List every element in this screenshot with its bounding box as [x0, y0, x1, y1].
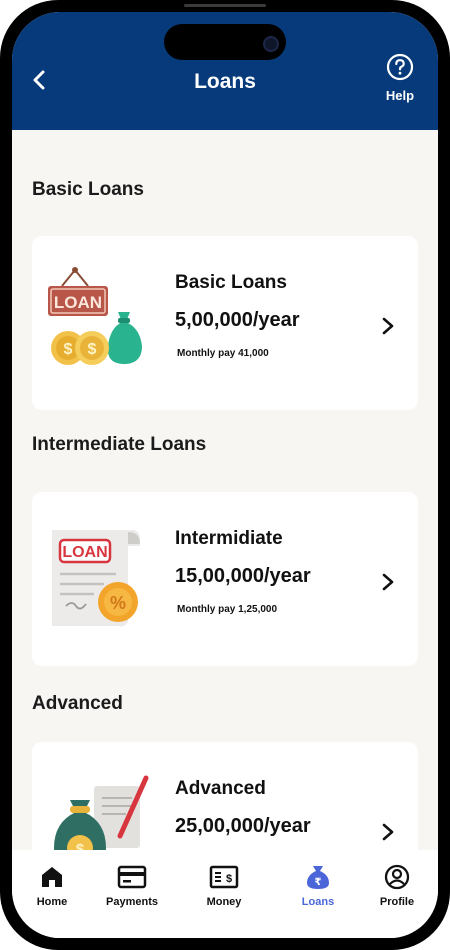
- app-header: Loans Help: [12, 12, 438, 130]
- speaker-line: [184, 4, 266, 7]
- help-icon: [386, 53, 414, 81]
- loan-document-percent-icon: LOAN %: [52, 530, 140, 627]
- bottom-nav: Home Payments $ Money ₹ Loans Profile: [12, 850, 438, 938]
- svg-text:$: $: [88, 341, 97, 358]
- loan-sign-text: LOAN: [54, 293, 102, 312]
- nav-item-payments[interactable]: Payments: [92, 864, 172, 908]
- loan-amount: 5,00,000/year: [175, 309, 300, 331]
- chevron-right-icon: [382, 823, 394, 841]
- nav-label: Payments: [106, 896, 158, 908]
- profile-icon: [384, 864, 410, 890]
- monthly-pay: Monthly pay 41,000: [177, 348, 269, 359]
- page-title: Loans: [194, 70, 256, 93]
- svg-text:%: %: [110, 593, 126, 613]
- chevron-right-icon: [382, 573, 394, 591]
- svg-text:$: $: [226, 873, 232, 885]
- section-title-intermediate: Intermediate Loans: [32, 434, 207, 455]
- monthly-pay: Monthly pay 1,25,000: [177, 604, 278, 615]
- loan-name: Advanced: [175, 778, 266, 799]
- screen: Loans Help Basic Loans LOAN $ $ Basic Lo…: [12, 12, 438, 938]
- chevron-right-icon: [382, 317, 394, 335]
- phone-frame: Loans Help Basic Loans LOAN $ $ Basic Lo…: [0, 0, 450, 950]
- cash-icon: $: [209, 865, 239, 889]
- loan-amount: 25,00,000/year: [175, 815, 311, 837]
- loan-card-basic[interactable]: LOAN $ $ Basic Loans 5,00,000/year Month…: [32, 236, 418, 410]
- loan-amount: 15,00,000/year: [175, 565, 311, 587]
- nav-label: Loans: [301, 896, 335, 908]
- nav-item-profile[interactable]: Profile: [357, 864, 437, 908]
- section-title-basic: Basic Loans: [32, 179, 144, 200]
- camera-dot: [263, 36, 279, 52]
- loan-name: Basic Loans: [175, 272, 287, 293]
- loan-name: Intermidiate: [175, 528, 283, 549]
- home-icon: [42, 867, 62, 887]
- nav-label: Home: [36, 896, 68, 908]
- nav-item-home[interactable]: Home: [12, 864, 92, 908]
- loan-sign-money-bag-icon: LOAN $ $: [48, 267, 142, 365]
- nav-label: Money: [206, 896, 242, 908]
- card-icon: [117, 865, 147, 889]
- section-title-advanced: Advanced: [32, 693, 123, 714]
- loan-card-intermediate[interactable]: LOAN % Intermidiate 15,00,000/year Month…: [32, 492, 418, 666]
- money-bag-icon: ₹: [307, 866, 329, 889]
- help-button[interactable]: Help: [380, 53, 420, 103]
- help-label: Help: [385, 88, 415, 103]
- loan-doc-text: LOAN: [62, 544, 107, 561]
- svg-text:₹: ₹: [315, 877, 322, 888]
- svg-text:$: $: [64, 341, 73, 358]
- nav-label: Profile: [379, 896, 415, 908]
- nav-item-loans[interactable]: ₹ Loans: [278, 864, 358, 908]
- nav-item-money[interactable]: $ Money: [184, 864, 264, 908]
